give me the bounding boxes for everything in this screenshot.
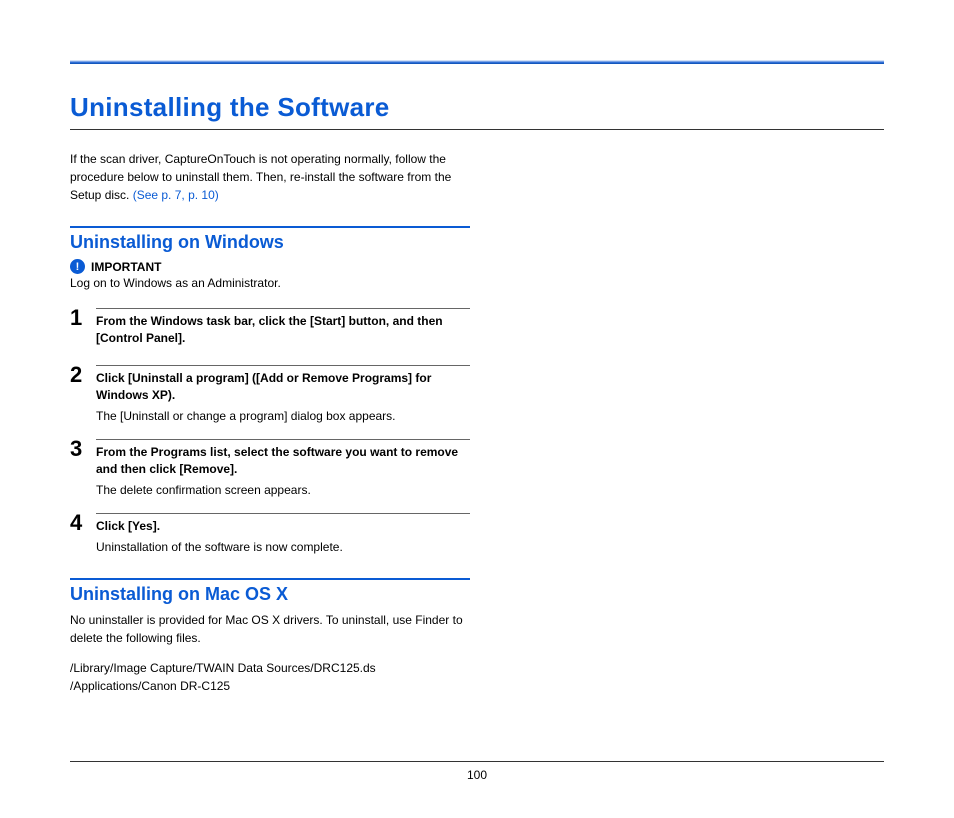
mac-text: No uninstaller is provided for Mac OS X … [70,611,470,647]
step-1: 1 From the Windows task bar, click the [… [70,308,470,351]
important-label: IMPORTANT [91,260,161,274]
mac-heading: Uninstalling on Mac OS X [70,578,470,605]
step-3: 3 From the Programs list, select the sof… [70,439,470,499]
content-column: If the scan driver, CaptureOnTouch is no… [70,150,470,695]
step-4: 4 Click [Yes]. Uninstallation of the sof… [70,513,470,556]
page-number: 100 [467,768,487,782]
step-number: 4 [70,512,86,556]
page-footer: 100 [70,761,884,782]
step-number: 1 [70,307,86,351]
step-title: Click [Uninstall a program] ([Add or Rem… [96,370,470,405]
step-body: Click [Yes]. Uninstallation of the softw… [96,513,470,556]
important-icon: ! [70,259,85,274]
step-title: Click [Yes]. [96,518,470,535]
intro-text: If the scan driver, CaptureOnTouch is no… [70,152,451,202]
file-path: /Library/Image Capture/TWAIN Data Source… [70,659,470,677]
windows-heading: Uninstalling on Windows [70,226,470,253]
header-rule [70,60,884,64]
step-2: 2 Click [Uninstall a program] ([Add or R… [70,365,470,425]
step-body: Click [Uninstall a program] ([Add or Rem… [96,365,470,425]
page-title: Uninstalling the Software [70,92,884,130]
step-title: From the Programs list, select the softw… [96,444,470,479]
step-description: Uninstallation of the software is now co… [96,539,470,556]
step-number: 2 [70,364,86,425]
step-body: From the Windows task bar, click the [St… [96,308,470,351]
step-number: 3 [70,438,86,499]
step-body: From the Programs list, select the softw… [96,439,470,499]
mac-paths: /Library/Image Capture/TWAIN Data Source… [70,659,470,695]
file-path: /Applications/Canon DR-C125 [70,677,470,695]
intro-paragraph: If the scan driver, CaptureOnTouch is no… [70,150,470,204]
important-callout: ! IMPORTANT [70,259,470,274]
step-title: From the Windows task bar, click the [St… [96,313,470,348]
important-text: Log on to Windows as an Administrator. [70,276,470,290]
step-description: The [Uninstall or change a program] dial… [96,408,470,425]
step-description: The delete confirmation screen appears. [96,482,470,499]
document-page: Uninstalling the Software If the scan dr… [0,0,954,818]
cross-ref-link[interactable]: (See p. 7, p. 10) [133,188,219,202]
